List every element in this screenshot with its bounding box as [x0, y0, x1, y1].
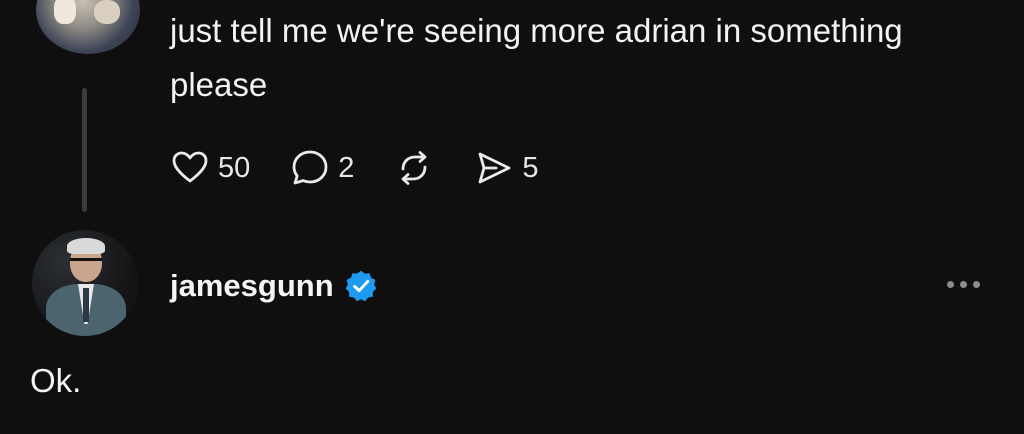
- like-button[interactable]: 50: [170, 148, 250, 188]
- avatar[interactable]: [36, 0, 140, 54]
- post-text: just tell me we're seeing more adrian in…: [170, 12, 903, 103]
- heart-icon: [172, 151, 208, 183]
- more-dots-icon[interactable]: [944, 270, 983, 298]
- post-author: jamesgunn: [170, 264, 378, 308]
- thread-connector-line: [82, 88, 87, 212]
- thread-view: just tell me we're seeing more adrian in…: [0, 0, 1024, 434]
- like-count: 50: [218, 151, 251, 184]
- comment-count: 2: [338, 151, 355, 184]
- verified-badge-icon: [345, 270, 376, 302]
- post-text: Ok.: [30, 362, 82, 399]
- send-icon: [479, 152, 511, 184]
- comment-bubble-icon: [292, 150, 328, 185]
- username-link[interactable]: jamesgunn: [170, 268, 334, 304]
- repost-icon: [402, 151, 427, 185]
- post-actions: 50 2 5: [170, 146, 579, 190]
- share-button[interactable]: 5: [474, 148, 539, 188]
- repost-button[interactable]: [394, 148, 434, 188]
- comment-button[interactable]: 2: [290, 148, 354, 188]
- avatar[interactable]: [32, 230, 138, 336]
- share-count: 5: [522, 151, 539, 184]
